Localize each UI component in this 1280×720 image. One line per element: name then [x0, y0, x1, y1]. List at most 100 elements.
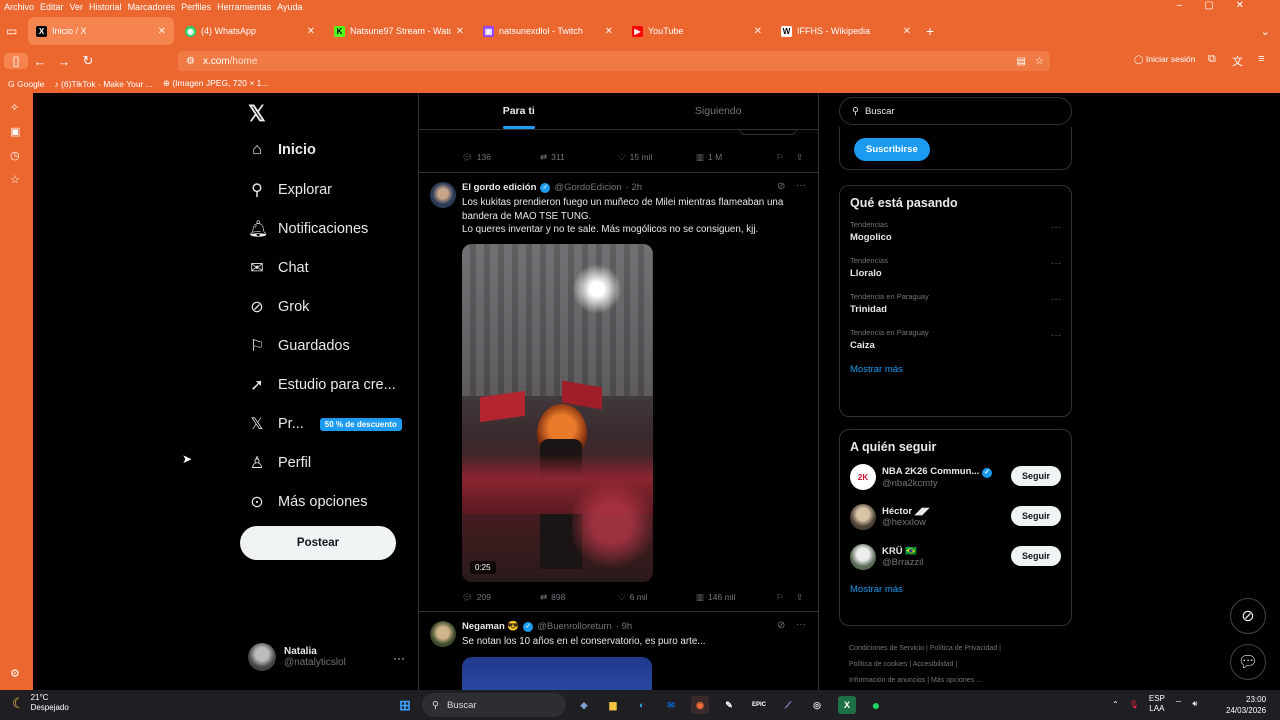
bookmark-tiktok[interactable]: ♪ (6)TikTok - Make Your ...: [54, 79, 152, 89]
tab-youtube[interactable]: ▶ YouTube ✕: [624, 17, 770, 45]
x-logo-icon[interactable]: 𝕏: [248, 101, 266, 127]
trend-item[interactable]: Tendencia en Paraguay Caiza ···: [850, 328, 1061, 351]
trend-item[interactable]: Tendencias Lloralo ···: [850, 256, 1061, 279]
firefox-icon[interactable]: ◉: [691, 696, 709, 714]
volume-icon[interactable]: 🔊︎: [1192, 699, 1197, 709]
close-tab-icon[interactable]: ✕: [158, 26, 166, 37]
trend-item[interactable]: Tendencia en Paraguay Trinidad ···: [850, 292, 1061, 315]
follow-button[interactable]: Seguir: [1010, 466, 1061, 486]
reply-button[interactable]: 💬︎ 136: [462, 152, 491, 163]
nav-premium[interactable]: 𝕏 Pr... 50 % de descuento: [248, 414, 402, 434]
tweet-media[interactable]: [462, 657, 652, 690]
footer-link[interactable]: Política de cookies: [849, 661, 907, 668]
more-icon[interactable]: ···: [1051, 258, 1061, 269]
tab-siguiendo[interactable]: Siguiendo: [619, 93, 819, 129]
repost-button[interactable]: ⇄ 311: [540, 152, 565, 163]
bookmark-star-icon[interactable]: ☆: [1035, 56, 1044, 67]
close-tab-icon[interactable]: ✕: [456, 26, 464, 37]
grok-fab-icon[interactable]: ⊘: [1230, 598, 1266, 634]
nav-inicio[interactable]: ⌂ Inicio: [248, 141, 316, 159]
tab-whatsapp[interactable]: ◉ (4) WhatsApp ✕: [177, 17, 323, 45]
avatar[interactable]: [430, 182, 456, 208]
clock[interactable]: 23:00 24/03/2026: [1226, 694, 1266, 716]
author-handle[interactable]: @GordoEdicion: [554, 182, 621, 193]
window-controls[interactable]: –▢✕: [1177, 0, 1266, 12]
signin-button[interactable]: ◯ Iniciar sesión: [1134, 54, 1195, 65]
footer-link[interactable]: Información de anuncios: [849, 677, 925, 684]
nav-explorar[interactable]: ⚲ Explorar: [248, 180, 332, 200]
forward-button[interactable]: →: [52, 54, 76, 69]
close-tab-icon[interactable]: ✕: [307, 26, 315, 37]
post-button[interactable]: Postear: [240, 526, 396, 560]
nav-notificaciones[interactable]: 🔔︎ Notificaciones: [248, 219, 368, 239]
reply-button[interactable]: 💬︎ 209: [462, 592, 491, 603]
trend-item[interactable]: Tendencias Mogolico ···: [850, 220, 1061, 243]
menu-editar[interactable]: Editar: [40, 1, 64, 13]
app-icon[interactable]: ✎: [720, 696, 738, 714]
show-more-link[interactable]: Mostrar más: [850, 584, 1061, 595]
url-bar[interactable]: ⚙ x.com/home ▤ ☆: [178, 51, 1050, 71]
search-input[interactable]: ⚲ Buscar: [839, 97, 1072, 125]
views-button[interactable]: ▥ 1 M: [696, 152, 722, 163]
nav-mas-opciones[interactable]: ⊙ Más opciones: [248, 492, 367, 512]
bookmark-icon[interactable]: ⚐: [776, 152, 784, 163]
nav-perfil[interactable]: ♙ Perfil: [248, 453, 311, 473]
footer-link[interactable]: Más opciones ...: [931, 677, 982, 684]
more-icon[interactable]: ···: [796, 180, 806, 191]
epic-games-icon[interactable]: EPIC: [750, 696, 768, 714]
steam-icon[interactable]: ◎: [808, 696, 826, 714]
new-tab-button[interactable]: +: [926, 23, 934, 39]
reload-button[interactable]: ↻: [76, 53, 100, 69]
nav-chat[interactable]: ✉ Chat: [248, 258, 308, 278]
tweet-time[interactable]: · 2h: [626, 182, 642, 193]
outlook-icon[interactable]: ✉: [662, 696, 680, 714]
windows-start-icon[interactable]: ⊞: [396, 696, 414, 714]
tab-twitch[interactable]: ▣ natsunexdlol - Twitch ✕: [475, 17, 621, 45]
chevron-up-icon[interactable]: ⌃: [1112, 700, 1119, 709]
subscribe-button[interactable]: Suscribirse: [854, 138, 930, 161]
menu-ayuda[interactable]: Ayuda: [277, 1, 302, 13]
file-explorer-icon[interactable]: ▆: [604, 696, 622, 714]
show-more-link[interactable]: Mostrar más: [850, 364, 1061, 375]
avatar[interactable]: [850, 544, 876, 570]
more-icon[interactable]: ···: [796, 619, 806, 630]
account-switcher[interactable]: Natalia @natalyticslol: [248, 643, 346, 671]
grok-icon[interactable]: ⊘: [777, 620, 785, 631]
footer-link[interactable]: Condiciones de Servicio: [849, 645, 924, 652]
bookmarks-icon[interactable]: ☆: [10, 173, 20, 186]
app-icon[interactable]: ⟋: [779, 696, 797, 714]
tweet-video[interactable]: 0:25: [462, 244, 653, 582]
chat-fab-icon[interactable]: 💬︎: [1230, 644, 1266, 680]
back-button[interactable]: ←: [28, 54, 52, 69]
follow-button[interactable]: Seguir: [1010, 546, 1061, 566]
follow-suggestion[interactable]: Héctor ◢◤ @hexxlow Seguir: [850, 504, 1061, 530]
more-icon[interactable]: ···: [1051, 222, 1061, 233]
close-tab-icon[interactable]: ✕: [605, 26, 613, 37]
views-button[interactable]: ▥ 146 mil: [696, 592, 735, 603]
tab-x[interactable]: X Inicio / X ✕: [28, 17, 174, 45]
language-indicator[interactable]: ESP LAA: [1149, 694, 1165, 714]
excel-icon[interactable]: X: [838, 696, 856, 714]
site-info-icon[interactable]: ⚙: [186, 56, 195, 67]
tweet[interactable]: Negaman 😎 ✓ @Buenrolloreturn · 9h ⊘ ··· …: [419, 611, 819, 690]
menu-icon[interactable]: ≡: [1258, 53, 1264, 65]
avatar[interactable]: [850, 504, 876, 530]
tweet[interactable]: El gordo edición ✓ @GordoEdicion · 2h ⊘ …: [419, 172, 819, 611]
sidebar-toggle-icon[interactable]: ▯: [4, 53, 28, 69]
microphone-icon[interactable]: 🎙︎: [1129, 700, 1139, 709]
menu-perfiles[interactable]: Perfiles: [181, 1, 211, 13]
copilot-icon[interactable]: ◈: [575, 696, 593, 714]
synced-tabs-icon[interactable]: ▣: [10, 125, 20, 138]
translate-icon[interactable]: 文: [1232, 53, 1243, 69]
tab-para-ti[interactable]: Para ti: [419, 93, 619, 129]
more-icon[interactable]: ···: [1051, 294, 1061, 305]
extensions-icon[interactable]: ⧉: [1208, 53, 1216, 66]
nav-estudio[interactable]: ➚ Estudio para cre...: [248, 375, 395, 395]
author-name[interactable]: El gordo edición: [462, 182, 536, 193]
author-handle[interactable]: @Buenrolloreturn: [537, 621, 612, 632]
history-icon[interactable]: ◷: [10, 149, 20, 162]
spotify-icon[interactable]: ●: [867, 696, 885, 714]
share-icon[interactable]: ⇪: [796, 592, 803, 603]
chevron-down-icon[interactable]: ⌄: [1261, 25, 1270, 38]
close-tab-icon[interactable]: ✕: [903, 26, 911, 37]
